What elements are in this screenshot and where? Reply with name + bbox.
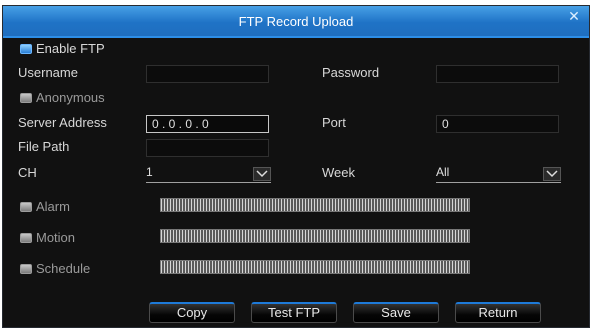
ftp-record-upload-dialog: FTP Record Upload ✕ Enable FTP Username … [2,5,590,328]
motion-checkbox[interactable] [20,233,32,243]
enable-ftp-checkbox[interactable] [20,44,32,54]
port-label: Port [322,115,346,130]
chevron-down-icon[interactable] [253,167,271,181]
ch-label: CH [18,165,37,180]
server-address-label: Server Address [18,115,107,130]
week-select[interactable]: All [436,165,561,183]
username-label: Username [18,65,78,80]
title-bar: FTP Record Upload ✕ [3,6,589,38]
ch-select[interactable]: 1 [146,165,271,183]
anonymous-label: Anonymous [36,90,105,105]
week-label: Week [322,165,355,180]
port-field[interactable]: 0 [436,115,559,133]
ch-selected-value: 1 [146,165,153,179]
file-path-field[interactable] [146,139,269,157]
save-button[interactable]: Save [353,302,439,323]
password-field[interactable] [436,65,559,83]
anonymous-checkbox[interactable] [20,93,32,103]
chevron-down-icon[interactable] [543,167,561,181]
schedule-checkbox[interactable] [20,264,32,274]
motion-schedule-bar[interactable] [160,229,470,243]
return-button[interactable]: Return [455,302,541,323]
file-path-label: File Path [18,139,70,154]
alarm-checkbox[interactable] [20,202,32,212]
schedule-schedule-bar[interactable] [160,260,470,274]
week-selected-value: All [436,165,450,179]
motion-label: Motion [36,230,76,245]
alarm-schedule-bar[interactable] [160,198,470,212]
schedule-label: Schedule [36,261,91,276]
dialog-title: FTP Record Upload [238,14,354,29]
password-label: Password [322,65,380,80]
close-icon[interactable]: ✕ [567,9,581,23]
username-field[interactable] [146,65,269,83]
copy-button[interactable]: Copy [149,302,235,323]
test-ftp-button[interactable]: Test FTP [251,302,337,323]
server-address-field[interactable]: 0 . 0 . 0 . 0 [146,115,269,133]
alarm-label: Alarm [36,199,70,214]
enable-ftp-label: Enable FTP [36,41,105,56]
